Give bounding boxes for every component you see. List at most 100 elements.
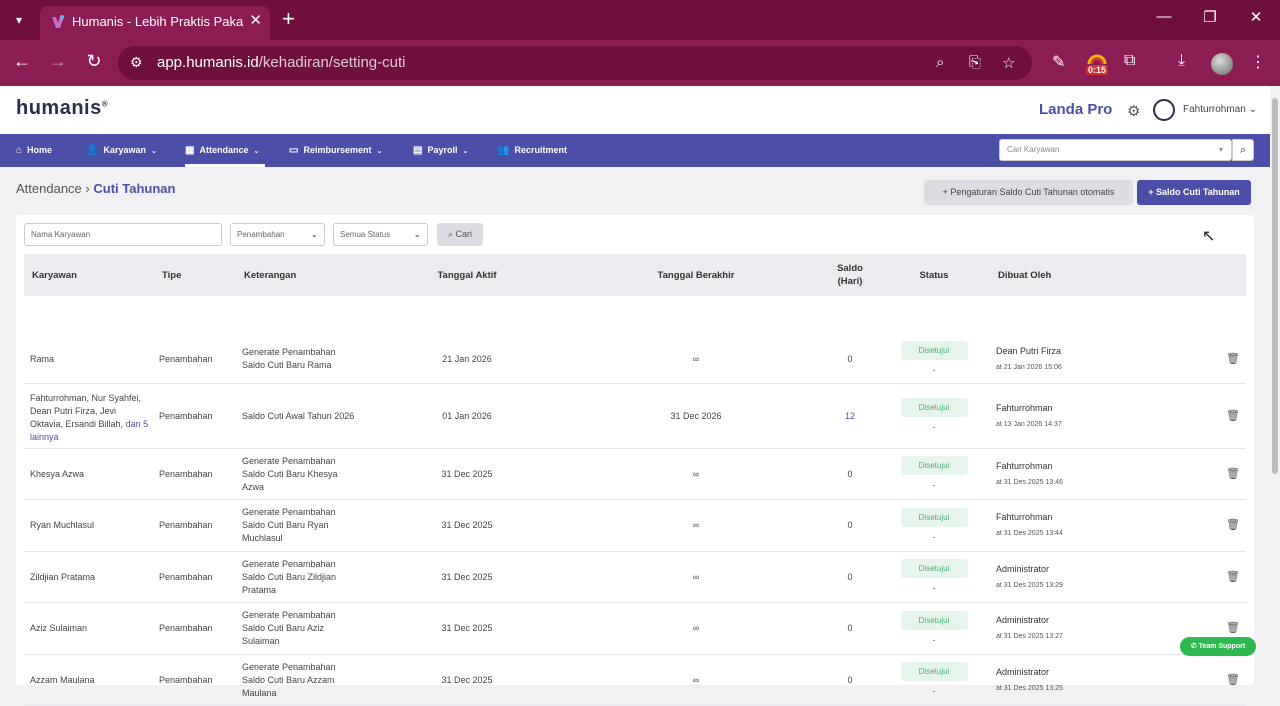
scrollbar-thumb[interactable]	[1272, 98, 1278, 474]
status-note: -	[932, 531, 936, 542]
feather-extension-icon[interactable]: ✎	[1052, 52, 1065, 72]
settings-gear-icon[interactable]: ⚙	[1127, 102, 1140, 120]
install-app-icon[interactable]: ⎘	[969, 54, 981, 71]
status-note: -	[932, 686, 936, 696]
delete-trash-icon[interactable]: 🗑	[1222, 335, 1244, 383]
col-tanggal-berakhir: Tanggal Berakhir	[657, 269, 735, 281]
balance-cell: 0	[847, 623, 853, 633]
balance-cell[interactable]: 12	[824, 384, 876, 448]
user-menu[interactable]: Fahturrohman ⌄	[1183, 104, 1257, 115]
address-bar[interactable]: ⚙ app.humanis.id/kehadiran/setting-cuti …	[118, 46, 1032, 80]
back-icon[interactable]: ←	[10, 51, 34, 72]
type-cell: Penambahan	[159, 410, 213, 421]
table-row: Fahturrohman, Nur Syahfei, Dean Putri Fi…	[24, 384, 1246, 449]
minimize-icon[interactable]: —	[1152, 8, 1176, 25]
tab-list-icon[interactable]: ▾	[6, 8, 32, 32]
type-cell: Penambahan	[159, 520, 213, 530]
status-filter-select[interactable]: Semua Status ⌄	[333, 223, 428, 246]
created-at: at 13 Jan 2026 14:37	[996, 420, 1062, 428]
created-by-cell: Administrator at 31 Des 2025 13:25	[996, 655, 1146, 705]
new-tab-icon[interactable]: +	[282, 7, 295, 31]
created-by-cell: Fahturrohman at 31 Des 2025 13:44	[996, 500, 1146, 551]
restore-icon[interactable]: ❐	[1198, 8, 1222, 26]
leave-table-card: Nama Karyawan Penambahan ⌄ Semua Status ⌄ …	[16, 215, 1254, 706]
status-badge: Disetujui	[900, 559, 968, 578]
team-support-button[interactable]: ✆ Team Support	[1180, 637, 1256, 656]
employee-cell: Fahturrohman, Nur Syahfei, Dean Putri Fi…	[30, 384, 150, 448]
extensions-puzzle-icon[interactable]: ⧉	[1124, 52, 1135, 70]
filter-search-button[interactable]: ⌕ Cari	[437, 223, 483, 246]
created-at: at 31 Des 2025 13:29	[996, 581, 1063, 589]
status-cell: Disetujui -	[900, 655, 968, 705]
site-info-icon[interactable]: ⚙	[130, 54, 143, 71]
timer-badge: 0:15	[1086, 65, 1109, 75]
created-by-cell: Dean Putri Firza at 21 Jan 2026 15:06	[996, 335, 1146, 383]
status-cell: Disetujui -	[900, 603, 968, 654]
chevron-down-icon: ⌄	[413, 229, 421, 239]
wallet-icon: ▤	[413, 145, 423, 156]
tab-close-icon[interactable]: ✕	[249, 11, 262, 29]
delete-trash-icon[interactable]: 🗑	[1222, 655, 1244, 705]
search-icon[interactable]: ⌕	[1232, 139, 1254, 161]
breadcrumb-parent[interactable]: Attendance	[16, 181, 82, 196]
home-icon: ⌂	[16, 145, 23, 156]
created-at: at 31 Des 2025 13:27	[996, 633, 1063, 640]
nav-home[interactable]: ⌂ Home	[16, 134, 52, 167]
chevron-down-icon: ⌄	[253, 148, 260, 155]
search-icon: ⌕	[447, 229, 453, 239]
balance-cell: 0	[847, 468, 853, 479]
nav-recruitment[interactable]: 👥 Recruitment	[497, 134, 567, 167]
breadcrumb-current: Cuti Tahunan	[93, 181, 176, 196]
active-date-cell: 21 Jan 2026	[442, 353, 492, 364]
forward-icon[interactable]: →	[46, 51, 70, 72]
type-filter-select[interactable]: Penambahan ⌄	[230, 223, 325, 246]
delete-trash-icon[interactable]: 🗑	[1222, 552, 1244, 602]
status-badge: Disetujui	[900, 341, 968, 360]
created-by-name: Administrator	[996, 666, 1050, 677]
active-date-cell: 31 Dec 2025	[441, 571, 493, 582]
delete-trash-icon[interactable]: 🗑	[1222, 449, 1244, 499]
employee-names: Ryan Muchlasul	[30, 520, 95, 530]
description-cell: Generate Penambahan Saldo Cuti Baru Aziz…	[242, 610, 336, 646]
balance-cell: 0	[847, 571, 853, 582]
status-note: -	[932, 365, 936, 375]
nav-payroll[interactable]: ▤ Payroll ⌄	[413, 134, 468, 167]
employee-names: Zildjian Pratama	[30, 572, 96, 582]
employee-name-filter[interactable]: Nama Karyawan	[24, 223, 222, 246]
page-scrollbar[interactable]	[1270, 86, 1280, 672]
mouse-cursor-icon: ↖	[1202, 228, 1216, 245]
delete-trash-icon[interactable]: 🗑	[1222, 384, 1244, 448]
nav-attendance[interactable]: ▦ Attendance ⌄	[185, 134, 259, 167]
humanis-logo[interactable]: humanis®	[16, 97, 108, 120]
window-close-icon[interactable]: ✕	[1244, 8, 1268, 26]
status-cell: Disetujui -	[900, 449, 968, 499]
table-row: Rama Penambahan Generate Penambahan Saldo…	[24, 335, 1246, 384]
reload-icon[interactable]: ↻	[82, 51, 106, 72]
type-cell: Penambahan	[159, 623, 213, 633]
auto-leave-settings-button[interactable]: + Pengaturan Saldo Cuti Tahunan otomatis	[924, 180, 1133, 205]
add-leave-balance-button[interactable]: + Saldo Cuti Tahunan	[1137, 180, 1251, 205]
browser-tab[interactable]: Humanis - Lebih Praktis Pakai H ✕	[40, 6, 270, 40]
nav-reimbursement[interactable]: ▭ Reimbursement ⌄	[289, 134, 382, 167]
status-badge: Disetujui	[900, 507, 968, 527]
download-icon[interactable]: ⤓	[1178, 52, 1185, 70]
menu-kebab-icon[interactable]: ⋮	[1250, 52, 1266, 72]
employee-names: Khesya Azwa	[30, 469, 85, 479]
type-cell: Penambahan	[159, 468, 213, 479]
nav-karyawan[interactable]: 👤 Karyawan ⌄	[86, 134, 157, 167]
description-cell: Generate Penambahan Saldo Cuti Baru Khes…	[242, 455, 338, 492]
status-badge: Disetujui	[900, 456, 968, 475]
users-icon: 👤	[86, 145, 99, 156]
bookmark-star-icon[interactable]: ☆	[1002, 54, 1015, 72]
status-cell: Disetujui -	[900, 384, 968, 448]
delete-trash-icon[interactable]: 🗑	[1222, 500, 1244, 551]
employee-search-select[interactable]: Cari Karyawan ▾	[999, 139, 1232, 161]
user-avatar[interactable]	[1153, 99, 1175, 121]
status-cell: Disetujui -	[900, 500, 968, 551]
zoom-icon[interactable]: ⌕	[936, 54, 944, 71]
col-saldo: Saldo (Hari)	[837, 263, 863, 287]
active-date-cell: 31 Dec 2025	[441, 623, 493, 633]
profile-avatar-icon[interactable]	[1211, 53, 1233, 75]
group-icon: 👥	[497, 145, 510, 156]
status-note: -	[932, 480, 936, 490]
